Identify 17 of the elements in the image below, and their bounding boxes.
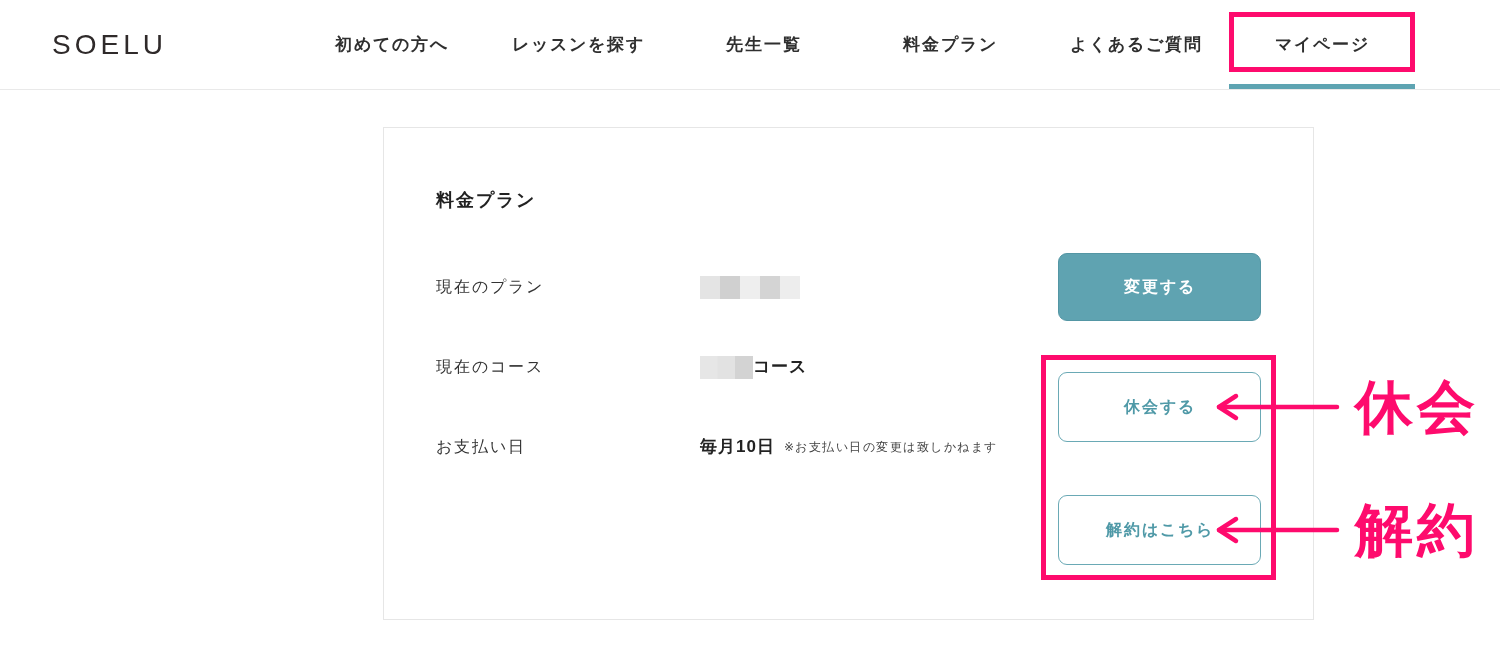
section-title: 料金プラン (436, 189, 537, 212)
nav-link[interactable]: マイページ (1229, 0, 1415, 89)
callout-label: 解約 (1355, 501, 1479, 559)
pixelated-mosaic-drawing (700, 355, 753, 379)
row-label: 現在のコース (436, 357, 545, 377)
callout-label: 休会 (1355, 378, 1479, 436)
logo[interactable]: SOELU (52, 30, 167, 59)
nav-link[interactable]: よくあるご質問 (1043, 0, 1229, 89)
nav-link[interactable]: 先生一覧 (671, 0, 857, 89)
row-label: お支払い日 (436, 437, 527, 457)
note-text: ※お支払い日の変更は致しかねます (783, 439, 998, 456)
nav-link[interactable]: レッスンを探す (485, 0, 671, 89)
row-label: 現在のプラン (436, 277, 545, 297)
row-value: コース (752, 356, 807, 379)
nav-link[interactable]: 料金プラン (857, 0, 1043, 89)
nav-link[interactable]: 初めての方へ (299, 0, 485, 89)
row-value: 毎月10日 (700, 436, 775, 459)
